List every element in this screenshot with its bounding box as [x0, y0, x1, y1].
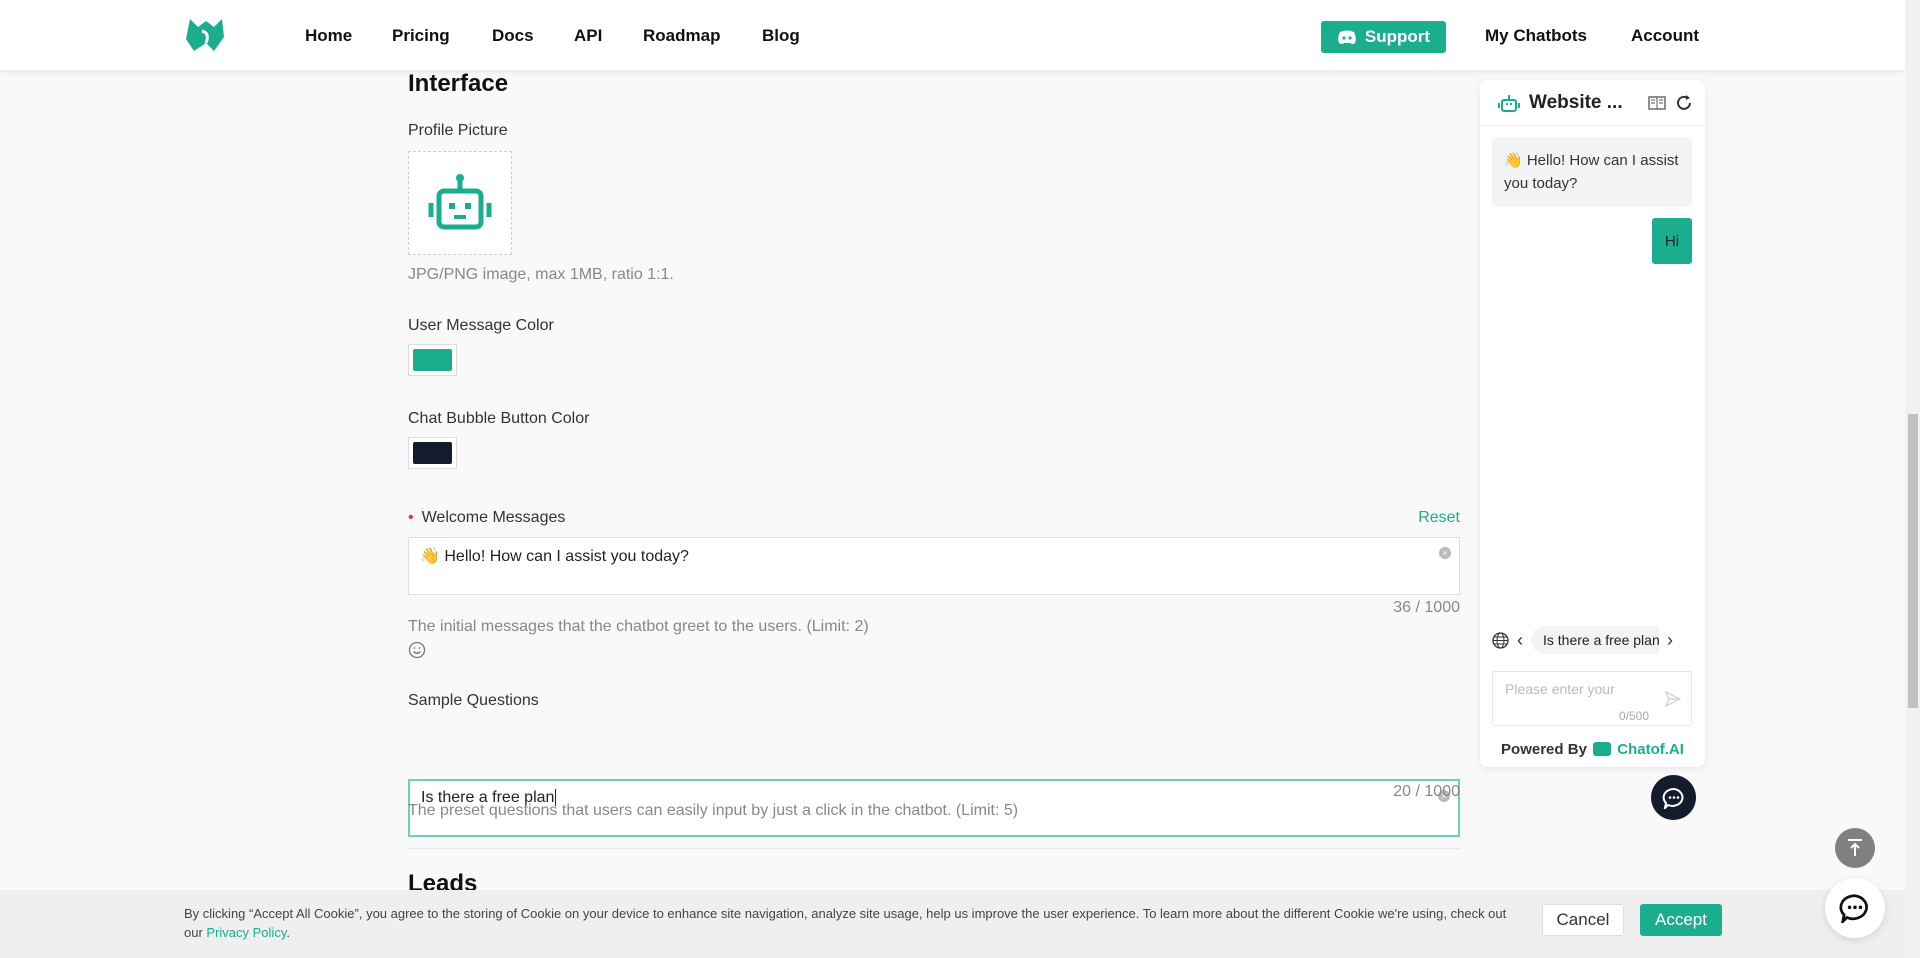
section-title: Interface — [408, 70, 509, 97]
page-scrollbar[interactable] — [1905, 0, 1920, 958]
book-icon[interactable] — [1648, 95, 1666, 110]
chat-launcher-button[interactable] — [1825, 878, 1885, 938]
arrow-up-icon — [1848, 839, 1862, 856]
nav-my-chatbots[interactable]: My Chatbots — [1485, 26, 1587, 46]
chat-dots-icon — [1839, 894, 1868, 923]
refresh-icon[interactable] — [1675, 94, 1693, 112]
welcome-message-input[interactable]: 👋 Hello! How can I assist you today? × — [408, 537, 1460, 595]
cancel-button[interactable]: Cancel — [1542, 904, 1624, 936]
privacy-policy-link[interactable]: Privacy Policy — [206, 925, 286, 940]
support-label: Support — [1364, 27, 1431, 46]
profile-picture-help: JPG/PNG image, max 1MB, ratio 1:1. — [408, 266, 674, 283]
cookie-text: By clicking “Accept All Cookie”, you agr… — [184, 904, 1524, 942]
nav-pricing[interactable]: Pricing — [392, 26, 450, 46]
welcome-label-text: Welcome Messages — [421, 509, 566, 526]
suggestion-chip[interactable]: Is there a free plan — [1531, 626, 1659, 654]
bot-message: 👋 Hello! How can I assist you today? — [1492, 137, 1692, 207]
accept-button[interactable]: Accept — [1640, 904, 1722, 936]
emoji-icon[interactable] — [408, 641, 426, 659]
user-message: Hi — [1652, 218, 1692, 264]
cookie-end: . — [286, 925, 290, 940]
powered-by-label: Powered By — [1501, 741, 1587, 758]
sample-char-count: 20 / 1000 — [1393, 783, 1460, 800]
chat-bubble-color-label: Chat Bubble Button Color — [408, 410, 590, 427]
profile-picture-label: Profile Picture — [408, 122, 508, 139]
welcome-message-value: 👋 Hello! How can I assist you today? — [420, 548, 689, 565]
chat-bubble-preview-button[interactable] — [1651, 775, 1696, 820]
welcome-char-count: 36 / 1000 — [1393, 599, 1460, 616]
chat-header: Website ... — [1480, 80, 1705, 126]
interface-settings-form: Interface Profile Picture JPG/PNG image,… — [408, 70, 1460, 897]
support-button[interactable]: Support — [1321, 21, 1446, 53]
next-suggestion-icon[interactable]: › — [1667, 630, 1673, 651]
reset-link[interactable]: Reset — [1418, 509, 1460, 527]
logo-icon[interactable] — [184, 17, 228, 53]
chat-title: Website ... — [1529, 91, 1623, 113]
chat-bubble-color-picker[interactable] — [408, 437, 457, 469]
user-message-color-label: User Message Color — [408, 317, 554, 334]
globe-icon[interactable] — [1492, 631, 1509, 649]
scroll-to-top-button[interactable] — [1835, 828, 1875, 868]
nav-account[interactable]: Account — [1631, 26, 1699, 46]
sample-questions-label: Sample Questions — [408, 692, 539, 709]
sample-help: The preset questions that users can easi… — [408, 802, 1019, 819]
clear-icon[interactable]: × — [1439, 547, 1451, 559]
nav-docs[interactable]: Docs — [492, 26, 534, 46]
divider — [408, 848, 1460, 849]
nav-home[interactable]: Home — [305, 26, 352, 46]
discord-icon — [1338, 30, 1356, 44]
prev-suggestion-icon[interactable]: ‹ — [1517, 630, 1523, 651]
chat-input-count: 0/500 — [1619, 709, 1650, 723]
powered-by: Powered By Chatof.AI — [1480, 741, 1705, 758]
send-icon[interactable] — [1665, 691, 1681, 707]
cookie-message: By clicking “Accept All Cookie”, you agr… — [184, 906, 1507, 940]
user-message-color-picker[interactable] — [408, 344, 457, 376]
nav-blog[interactable]: Blog — [762, 26, 800, 46]
chatof-logo-icon — [1593, 742, 1612, 756]
profile-picture-upload[interactable] — [408, 151, 512, 255]
welcome-help: The initial messages that the chatbot gr… — [408, 618, 869, 635]
scrollbar-thumb[interactable] — [1908, 414, 1918, 708]
nav-roadmap[interactable]: Roadmap — [643, 26, 720, 46]
chat-input[interactable]: Please enter your question 0/500 — [1492, 671, 1692, 726]
powered-by-brand[interactable]: Chatof.AI — [1617, 741, 1684, 758]
top-nav: Home Pricing Docs API Roadmap Blog Suppo… — [0, 0, 1905, 70]
chat-dots-icon — [1662, 787, 1683, 809]
nav-api[interactable]: API — [574, 26, 602, 46]
chat-input-placeholder: Please enter your question — [1505, 681, 1615, 699]
cookie-banner: By clicking “Accept All Cookie”, you agr… — [0, 890, 1905, 958]
robot-icon — [1498, 94, 1520, 112]
robot-icon — [428, 174, 492, 230]
welcome-messages-label: • Welcome Messages — [408, 509, 566, 526]
chatbot-preview: Website ... 👋 Hello! How can I assist yo… — [1480, 80, 1705, 767]
